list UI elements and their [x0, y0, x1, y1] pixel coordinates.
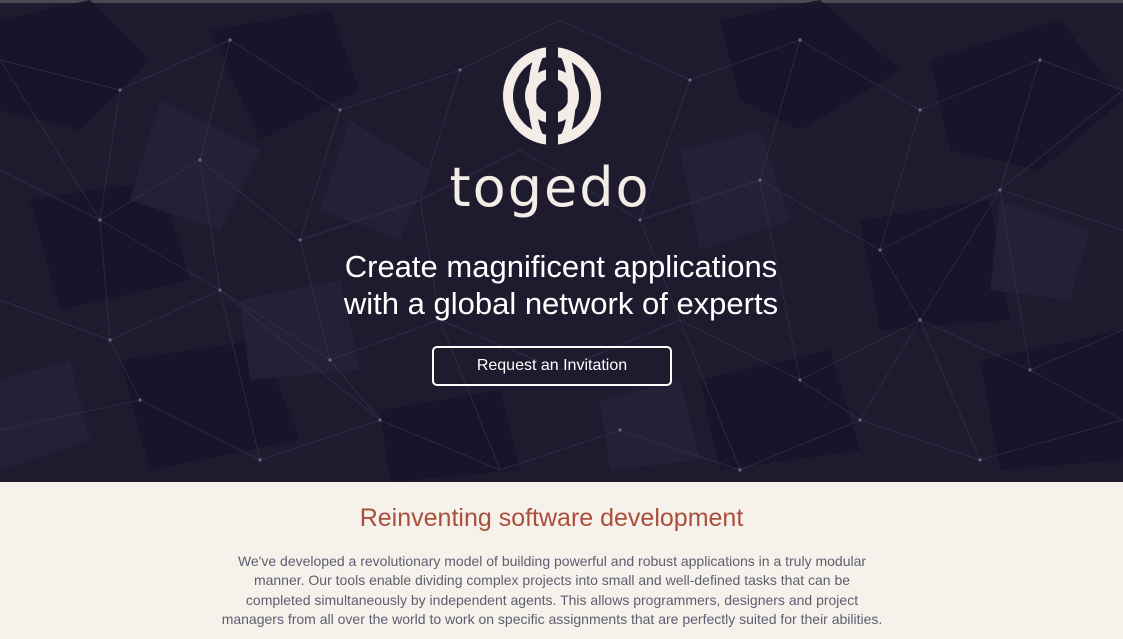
headline-line-2: with a global network of experts: [343, 286, 779, 321]
about-section: Reinventing software development We've d…: [0, 482, 1123, 639]
brand-wordmark: togedo: [450, 156, 650, 219]
section-description: We've developed a revolutionary model of…: [221, 553, 883, 627]
section-title: Reinventing software development: [359, 504, 744, 532]
togedo-logo-icon: [503, 47, 601, 145]
hero-headline: Create magnificent applications with a g…: [261, 248, 861, 322]
headline-line-1: Create magnificent applications: [344, 249, 778, 284]
request-invitation-button[interactable]: Request an Invitation: [432, 346, 672, 386]
hero-section: togedo Create magnificent applications w…: [0, 0, 1123, 482]
brand-name: togedo: [450, 156, 650, 219]
